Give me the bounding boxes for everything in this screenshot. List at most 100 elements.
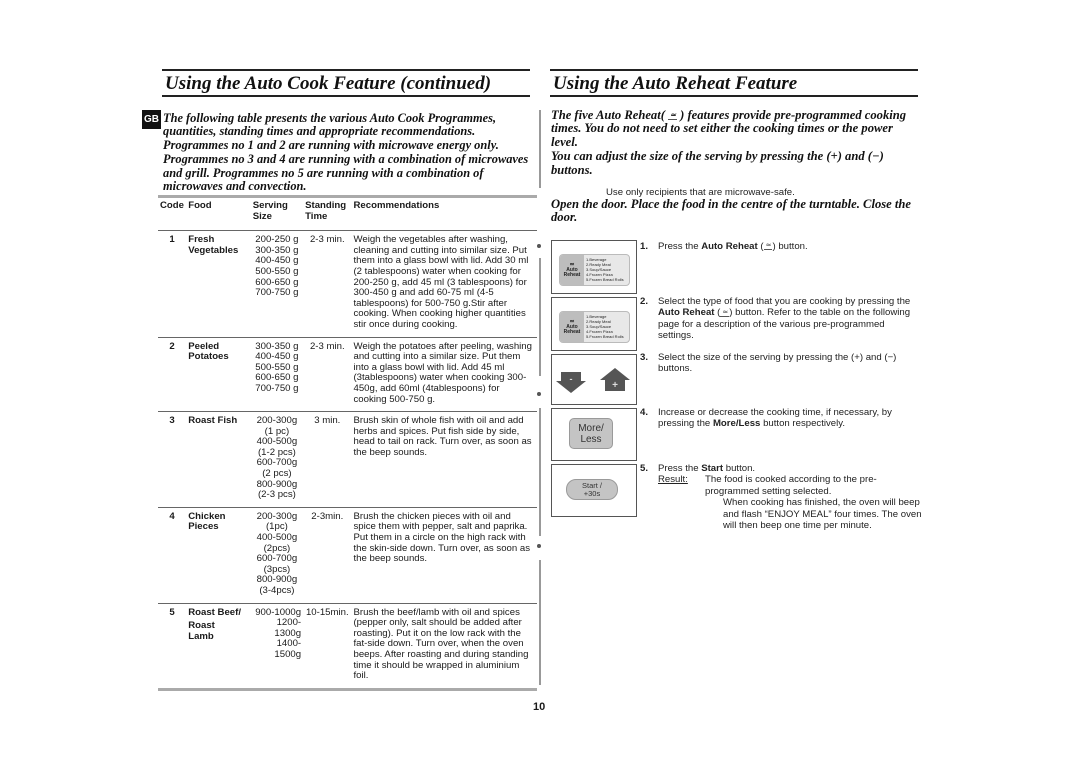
intro-paragraph-1: The five Auto Reheat( ≃ ) features provi… xyxy=(551,108,921,149)
right-title-rule-bottom xyxy=(550,95,918,97)
step-2: 2. Select the type of food that you are … xyxy=(640,296,920,342)
step-1: 1. Press the Auto Reheat (≃) button. xyxy=(640,241,920,252)
left-title-rule-bottom xyxy=(162,95,530,97)
door-instruction: Open the door. Place the food in the cen… xyxy=(551,197,911,225)
table-row: 4 Chicken Pieces 200-300g (1pc) 400-500g (2pcs… xyxy=(158,507,537,604)
serving-size-line: (3-4pcs) xyxy=(259,585,295,596)
column-divider xyxy=(539,560,541,685)
cell-recommendation: Brush the beef/lamb with oil and spices … xyxy=(353,606,529,682)
step-number: 2. xyxy=(640,296,649,307)
reheat-menu-list: 1.Beverage 2.Ready Meal 3.Soup/Sauce 4.F… xyxy=(584,255,626,285)
start-term: Start xyxy=(701,463,724,474)
intro-line: and grill. Programmes no 5 are running w… xyxy=(163,165,484,180)
left-section-title: Using the Auto Cook Feature (continued) xyxy=(165,73,492,94)
intro-paragraph-2: You can adjust the size of the serving b… xyxy=(551,149,884,177)
cell-serving-size: 200-250 g 300-350 g 400-450 g 500-550 g 600-… xyxy=(251,231,303,337)
column-divider xyxy=(539,408,541,536)
step-body: Increase or decrease the cooking time, i… xyxy=(658,407,920,430)
step-text: Press the xyxy=(658,463,702,474)
header-serving-size-line2: Size xyxy=(252,210,272,222)
header-standing-line2: Time xyxy=(305,210,328,222)
cell-serving-size: 200-300g (1 pc) 400-500g (1-2 pcs) 600-700g(… xyxy=(251,412,303,508)
reheat-label: Reheat xyxy=(563,328,581,335)
plus30s-label: +30s xyxy=(583,488,601,498)
auto-reheat-panel: ≃ Auto Reheat 1.Beverage 2.Ready Meal 3.… xyxy=(559,311,630,343)
steam-icon: ≃ xyxy=(720,308,730,317)
less-label: Less xyxy=(580,433,602,445)
cell-food: Fresh Vegetables xyxy=(186,231,251,337)
bullet-dot xyxy=(537,244,541,248)
reheat-menu-list: 1.Beverage 2.Ready Meal 3.Soup/Sauce 4.F… xyxy=(584,312,626,342)
page-number: 10 xyxy=(533,701,546,713)
header-standing-line1: Standing xyxy=(305,200,347,211)
plus-minus-arrows: - + xyxy=(556,368,630,393)
header-food: Food xyxy=(188,200,212,211)
step5-image-box: Start / +30s xyxy=(551,464,637,517)
auto-reheat-term: Auto Reheat xyxy=(658,307,715,319)
plus-label: + xyxy=(612,380,618,391)
auto-cook-table-wrap: Code Food Serving Size Standing Time Rec… xyxy=(158,195,537,691)
table-body: 1 Fresh Vegetables 200-250 g 300-350 g 400-45… xyxy=(158,231,537,690)
table-row: 5 Roast Beef/Roast Lamb 900-1000g 1200-1300g… xyxy=(158,603,537,690)
cell-recommendation: Brush the chicken pieces with oil and sp… xyxy=(353,510,530,565)
intro-line: Programmes no 3 and 4 are running with a… xyxy=(163,152,529,167)
bullet-dot xyxy=(537,392,541,396)
cell-food: Roast Fish xyxy=(186,412,251,508)
step-number: 4. xyxy=(640,407,649,418)
serving-size-line: 1200-1300g xyxy=(274,617,302,639)
cell-code: 3 xyxy=(169,415,175,427)
cell-serving-size: 900-1000g 1200-1300g 1400-1500g xyxy=(251,603,303,689)
auto-reheat-button[interactable]: ≃ Auto Reheat xyxy=(560,255,584,285)
step-text: Select the type of food that you are coo… xyxy=(658,296,911,307)
intro-text: The five Auto Reheat( xyxy=(551,108,665,122)
intro-line: microwaves and convection. xyxy=(163,179,307,194)
cell-recommendation: Weigh the vegetables after washing, clea… xyxy=(353,234,529,330)
cell-code: 2 xyxy=(169,340,175,352)
right-section-title: Using the Auto Reheat Feature xyxy=(553,73,798,94)
table-row: 2 Peeled Potatoes 300-350 g 400-450 g 500-550… xyxy=(158,337,537,412)
auto-reheat-panel: ≃ Auto Reheat 1.Beverage 2.Ready Meal 3.… xyxy=(559,254,630,286)
language-badge: GB xyxy=(142,110,161,129)
step3-image-box: - + xyxy=(551,354,637,405)
food-line: Potatoes xyxy=(188,351,229,363)
plus-arrow-button[interactable]: + xyxy=(600,368,630,391)
cell-recommendation: Brush skin of whole fish with oil and ad… xyxy=(353,415,532,458)
table-row: 3 Roast Fish 200-300g (1 pc) 400-500g (1-2 pc… xyxy=(158,412,537,508)
cell-standing-time: 2-3min. xyxy=(311,510,344,522)
more-less-term: More/Less xyxy=(712,418,761,430)
step-body: Press the Start button. xyxy=(658,463,755,474)
more-less-button[interactable]: More/ Less xyxy=(569,418,613,449)
intro-line: The following table presents the various… xyxy=(163,111,497,125)
step-5: 5. Press the Start button. Result: The f… xyxy=(640,463,922,531)
step-3: 3. Select the size of the serving by pre… xyxy=(640,352,920,375)
auto-cook-intro: The following table presents the various… xyxy=(163,111,543,194)
minus-label: - xyxy=(570,374,573,384)
food-line: Roast Fish xyxy=(188,415,238,427)
column-divider xyxy=(539,110,541,188)
auto-reheat-button[interactable]: ≃ Auto Reheat xyxy=(560,312,584,342)
header-recommendations: Recommendations xyxy=(353,200,440,211)
cell-standing-time: 2-3 min. xyxy=(309,340,345,352)
intro-line: quantities, standing times and appropria… xyxy=(163,124,476,139)
cell-code: 4 xyxy=(169,510,175,522)
serving-size-line: 500-550 g xyxy=(255,265,299,277)
step-text: ) button. xyxy=(772,241,808,252)
food-line: Pieces xyxy=(188,521,219,533)
left-title-rule-top xyxy=(162,69,530,71)
step-number: 1. xyxy=(640,241,649,252)
cell-recommendation: Weigh the potatoes after peeling, washin… xyxy=(353,340,532,405)
start-button[interactable]: Start / +30s xyxy=(566,479,618,500)
header-code: Code xyxy=(160,200,184,211)
result-label: Result: xyxy=(658,474,688,486)
cell-food: Chicken Pieces xyxy=(186,507,251,603)
column-divider xyxy=(539,258,541,376)
food-line: Vegetables xyxy=(188,244,239,256)
cell-standing-time: 2-3 min. xyxy=(309,234,345,246)
step-number: 5. xyxy=(640,463,649,474)
result-text: The food is cooked according to the pre-… xyxy=(705,474,877,497)
cell-code: 5 xyxy=(169,606,175,618)
more-label: More/ xyxy=(578,422,604,434)
minus-arrow-button[interactable]: - xyxy=(556,372,586,393)
cell-standing-time: 10-15min. xyxy=(305,606,349,618)
reheat-label: Reheat xyxy=(563,271,581,278)
